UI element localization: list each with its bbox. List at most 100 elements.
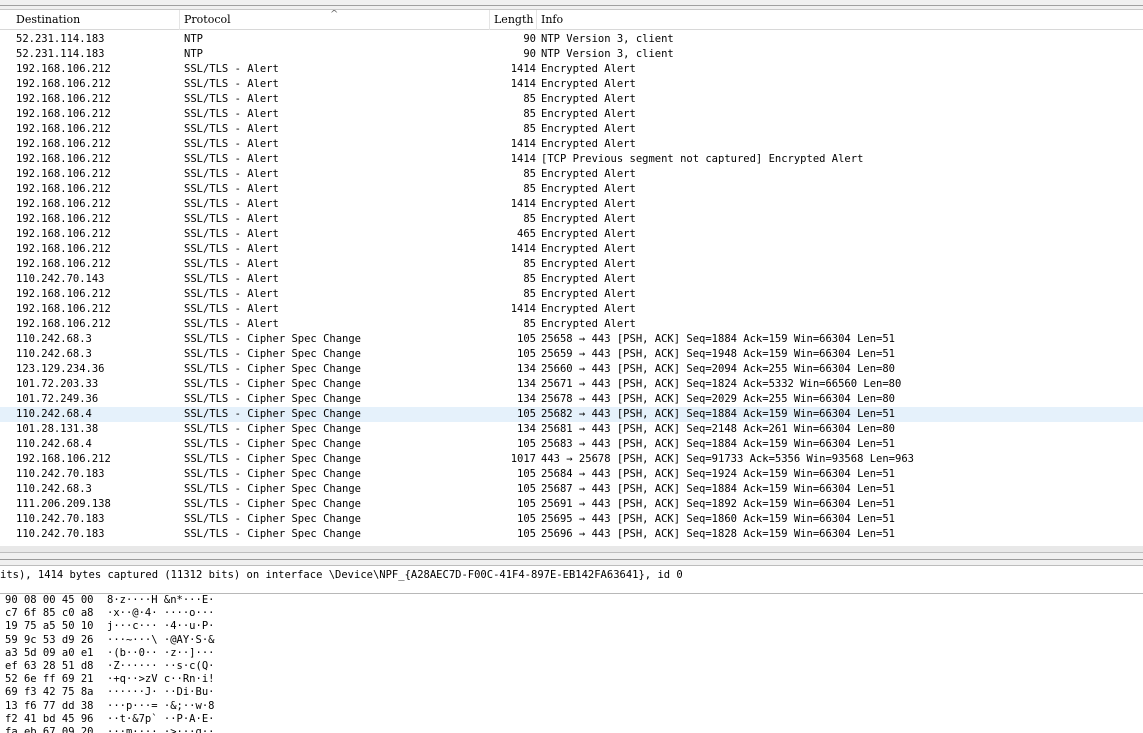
bytes-ascii: ···p···= ·&;··w·8: [107, 699, 215, 712]
packet-info: Encrypted Alert: [541, 258, 636, 270]
packet-length: 105: [517, 408, 536, 420]
packet-row[interactable]: 192.168.106.212 SSL/TLS - Alert 85 Encrypte…: [0, 92, 1143, 107]
packet-row[interactable]: 111.206.209.138 SSL/TLS - Cipher Spec Cha…: [0, 497, 1143, 512]
packet-destination: 192.168.106.212: [16, 123, 111, 135]
packet-destination: 192.168.106.212: [16, 108, 111, 120]
packet-row[interactable]: 192.168.106.212 SSL/TLS - Alert 1414 Encryp…: [0, 62, 1143, 77]
packet-row[interactable]: 192.168.106.212 SSL/TLS - Alert 1414 Encryp…: [0, 242, 1143, 257]
bytes-row[interactable]: ef 63 28 51 d8 ·Z······ ··s·c(Q·: [0, 660, 1143, 673]
bytes-row[interactable]: 19 75 a5 50 10 j···c··· ·4··u·P·: [0, 620, 1143, 633]
packet-destination: 192.168.106.212: [16, 168, 111, 180]
packet-length: 105: [517, 528, 536, 540]
packet-destination: 192.168.106.212: [16, 153, 111, 165]
packet-row[interactable]: 192.168.106.212 SSL/TLS - Alert 85 Encrypte…: [0, 122, 1143, 137]
bytes-hex: ef 63 28 51 d8: [5, 659, 94, 672]
packet-row[interactable]: 192.168.106.212 SSL/TLS - Alert 1414 Encryp…: [0, 197, 1143, 212]
bytes-row[interactable]: 13 f6 77 dd 38 ···p···= ·&;··w·8: [0, 700, 1143, 713]
bytes-hex: c7 6f 85 c0 a8: [5, 607, 94, 620]
packet-row[interactable]: 192.168.106.212 SSL/TLS - Alert 1414 Encryp…: [0, 302, 1143, 317]
packet-list-pane: Destination Protocol ^ Length Info 52.23…: [0, 10, 1143, 546]
packet-protocol: SSL/TLS - Alert: [184, 78, 279, 90]
bytes-ascii: j···c··· ·4··u·P·: [107, 620, 215, 633]
packet-destination: 110.242.68.3: [16, 483, 92, 495]
bytes-ascii: ···~···\ ·@AY·S·&: [107, 633, 215, 646]
packet-protocol: SSL/TLS - Cipher Spec Change: [184, 438, 362, 450]
column-header-info[interactable]: Info: [537, 10, 1143, 30]
packet-destination: 101.72.203.33: [16, 378, 99, 390]
packet-length: 90: [523, 33, 536, 45]
packet-row[interactable]: 52.231.114.183 NTP 90 NTP Version 3, client: [0, 32, 1143, 47]
packet-row[interactable]: 192.168.106.212 SSL/TLS - Alert 465 Encrypt…: [0, 227, 1143, 242]
packet-protocol: SSL/TLS - Cipher Spec Change: [184, 468, 362, 480]
packet-row[interactable]: 110.242.68.3 SSL/TLS - Cipher Spec Change…: [0, 482, 1143, 497]
packet-destination: 192.168.106.212: [16, 228, 111, 240]
packet-destination: 110.242.68.3: [16, 333, 92, 345]
packet-protocol: SSL/TLS - Alert: [184, 138, 279, 150]
packet-length: 85: [523, 288, 536, 300]
packet-protocol: SSL/TLS - Alert: [184, 108, 279, 120]
packet-destination: 192.168.106.212: [16, 93, 111, 105]
pane-splitter[interactable]: [0, 552, 1143, 566]
packet-row[interactable]: 192.168.106.212 SSL/TLS - Alert 85 Encrypte…: [0, 167, 1143, 182]
packet-row[interactable]: 110.242.68.4 SSL/TLS - Cipher Spec Change…: [0, 437, 1143, 452]
packet-row[interactable]: 192.168.106.212 SSL/TLS - Alert 85 Encrypte…: [0, 317, 1143, 332]
packet-info: Encrypted Alert: [541, 108, 636, 120]
bytes-row[interactable]: f2 41 bd 45 96 ··t·&7p` ··P·A·E·: [0, 713, 1143, 726]
packet-row[interactable]: 110.242.68.3 SSL/TLS - Cipher Spec Change…: [0, 347, 1143, 362]
packet-protocol: SSL/TLS - Alert: [184, 153, 279, 165]
packet-row[interactable]: 101.28.131.38 SSL/TLS - Cipher Spec Chang…: [0, 422, 1143, 437]
packet-protocol: SSL/TLS - Alert: [184, 303, 279, 315]
packet-row[interactable]: 110.242.70.183 SSL/TLS - Cipher Spec Chan…: [0, 467, 1143, 482]
packet-row[interactable]: 110.242.70.143 SSL/TLS - Alert 85 Encrypted…: [0, 272, 1143, 287]
top-splitter[interactable]: [0, 0, 1143, 10]
bytes-row[interactable]: c7 6f 85 c0 a8 ·x··@·4· ····o···: [0, 607, 1143, 620]
packet-length: 85: [523, 318, 536, 330]
packet-list-header: Destination Protocol ^ Length Info: [0, 10, 1143, 30]
packet-row[interactable]: 110.242.70.183 SSL/TLS - Cipher Spec Chan…: [0, 527, 1143, 542]
packet-info: Encrypted Alert: [541, 318, 636, 330]
packet-row[interactable]: 101.72.203.33 SSL/TLS - Cipher Spec Chang…: [0, 377, 1143, 392]
packet-length: 85: [523, 168, 536, 180]
packet-row[interactable]: 123.129.234.36 SSL/TLS - Cipher Spec Chan…: [0, 362, 1143, 377]
bytes-ascii: 8·z····H &n*···E·: [107, 594, 215, 606]
packet-row[interactable]: 110.242.68.3 SSL/TLS - Cipher Spec Change…: [0, 332, 1143, 347]
packet-length: 1414: [510, 78, 536, 90]
packet-row[interactable]: 110.242.68.4 SSL/TLS - Cipher Spec Change…: [0, 407, 1143, 422]
bytes-row[interactable]: 90 08 00 45 00 8·z····H &n*···E·: [0, 594, 1143, 607]
packet-info: Encrypted Alert: [541, 78, 636, 90]
packet-protocol: SSL/TLS - Alert: [184, 63, 279, 75]
packet-row[interactable]: 192.168.106.212 SSL/TLS - Alert 85 Encrypte…: [0, 212, 1143, 227]
bytes-row[interactable]: 52 6e ff 69 21 ·+q··>zV c··Rn·i!: [0, 673, 1143, 686]
packet-protocol: SSL/TLS - Cipher Spec Change: [184, 378, 362, 390]
bytes-row[interactable]: fa eb 67 09 20 ···m···· ·>···g··: [0, 726, 1143, 733]
packet-destination: 192.168.106.212: [16, 183, 111, 195]
packet-row[interactable]: 192.168.106.212 SSL/TLS - Alert 1414 Encryp…: [0, 137, 1143, 152]
packet-destination: 110.242.70.143: [16, 273, 105, 285]
packet-row[interactable]: 192.168.106.212 SSL/TLS - Alert 1414 Encryp…: [0, 77, 1143, 92]
packet-protocol: SSL/TLS - Cipher Spec Change: [184, 363, 362, 375]
packet-row[interactable]: 110.242.70.183 SSL/TLS - Cipher Spec Chan…: [0, 512, 1143, 527]
packet-length: 1414: [510, 303, 536, 315]
packet-info: 25678 → 443 [PSH, ACK] Seq=2029 Ack=255 …: [541, 393, 896, 405]
packet-length: 105: [517, 498, 536, 510]
packet-row[interactable]: 192.168.106.212 SSL/TLS - Alert 1414 [TCP P…: [0, 152, 1143, 167]
packet-row[interactable]: 52.231.114.183 NTP 90 NTP Version 3, client: [0, 47, 1143, 62]
packet-protocol: SSL/TLS - Alert: [184, 183, 279, 195]
packet-row[interactable]: 192.168.106.212 SSL/TLS - Alert 85 Encrypte…: [0, 182, 1143, 197]
packet-row[interactable]: 192.168.106.212 SSL/TLS - Alert 85 Encrypte…: [0, 257, 1143, 272]
column-header-destination[interactable]: Destination: [12, 10, 180, 30]
packet-row[interactable]: 192.168.106.212 SSL/TLS - Cipher Spec Cha…: [0, 452, 1143, 467]
packet-protocol: SSL/TLS - Alert: [184, 258, 279, 270]
packet-row[interactable]: 192.168.106.212 SSL/TLS - Alert 85 Encrypte…: [0, 287, 1143, 302]
bytes-row[interactable]: a3 5d 09 a0 e1 ·(b··0·· ·z··]···: [0, 647, 1143, 660]
packet-info: 25683 → 443 [PSH, ACK] Seq=1884 Ack=159 …: [541, 438, 896, 450]
packet-row[interactable]: 101.72.249.36 SSL/TLS - Cipher Spec Chang…: [0, 392, 1143, 407]
packet-protocol: NTP: [184, 48, 203, 60]
frame-summary-line[interactable]: its), 1414 bytes captured (11312 bits) o…: [0, 568, 683, 583]
column-header-length[interactable]: Length: [490, 10, 537, 30]
packet-row[interactable]: 192.168.106.212 SSL/TLS - Alert 85 Encrypte…: [0, 107, 1143, 122]
bytes-row[interactable]: 59 9c 53 d9 26 ···~···\ ·@AY·S·&: [0, 634, 1143, 647]
bytes-row[interactable]: 69 f3 42 75 8a ······J· ··Di·Bu·: [0, 686, 1143, 699]
packet-info: 25671 → 443 [PSH, ACK] Seq=1824 Ack=5332…: [541, 378, 902, 390]
packet-destination: 110.242.68.4: [16, 438, 92, 450]
